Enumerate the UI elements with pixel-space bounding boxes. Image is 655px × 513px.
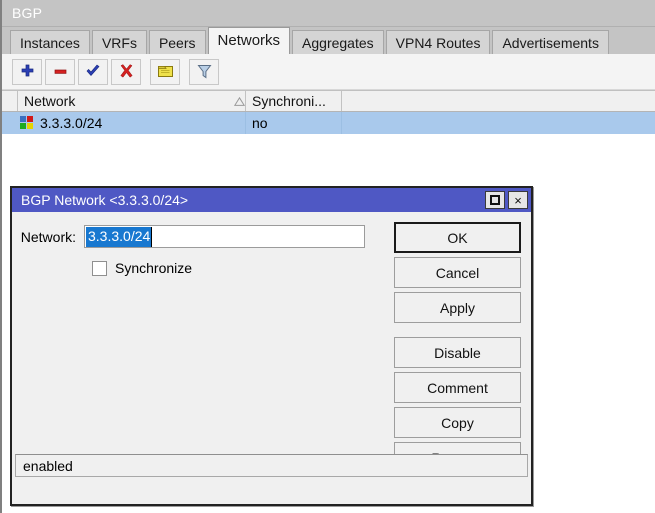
toolbar	[2, 54, 655, 90]
tab-bar: Instances VRFs Peers Networks Aggregates…	[2, 27, 655, 54]
window-titlebar: BGP	[2, 0, 655, 27]
row-cell-synchronize: no	[246, 112, 342, 134]
dialog-button-column: OK Cancel Apply Disable Comment Copy Rem…	[394, 222, 521, 477]
row-cell-filler	[342, 112, 655, 134]
cancel-button[interactable]: Cancel	[394, 257, 521, 288]
tab-vpn4-routes[interactable]: VPN4 Routes	[386, 30, 491, 54]
comment-button[interactable]	[150, 59, 180, 85]
ok-button[interactable]: OK	[394, 222, 521, 253]
tab-networks[interactable]: Networks	[208, 27, 291, 54]
column-header-synchronize[interactable]: Synchroni...	[246, 91, 342, 111]
button-group-separator	[394, 327, 521, 337]
synchronize-label: Synchronize	[115, 260, 192, 276]
column-header-filler	[342, 91, 655, 111]
tab-vrfs[interactable]: VRFs	[92, 30, 147, 54]
bgp-network-dialog: BGP Network <3.3.3.0/24> × Network: 3.3.…	[10, 186, 533, 506]
maximize-icon	[490, 195, 500, 205]
check-icon	[85, 64, 101, 79]
tab-advertisements[interactable]: Advertisements	[492, 30, 608, 54]
plus-icon	[20, 64, 35, 79]
network-field-row: Network: 3.3.3.0/24	[12, 225, 385, 248]
close-icon: ×	[514, 194, 522, 207]
comment-button[interactable]: Comment	[394, 372, 521, 403]
tab-aggregates[interactable]: Aggregates	[292, 30, 384, 54]
bgp-window: BGP Instances VRFs Peers Networks Aggreg…	[0, 0, 655, 513]
dialog-body: Network: 3.3.3.0/24 Synchronize OK Cance…	[12, 212, 531, 480]
add-button[interactable]	[12, 59, 42, 85]
table-row[interactable]: 3.3.3.0/24 no	[2, 112, 655, 134]
status-text: enabled	[23, 458, 73, 474]
column-header-synchronize-label: Synchroni...	[252, 93, 326, 109]
disable-button[interactable]: Disable	[394, 337, 521, 368]
network-label: Network:	[12, 229, 84, 245]
column-header-network[interactable]: Network	[18, 91, 246, 111]
funnel-icon	[197, 64, 212, 80]
filter-button[interactable]	[189, 59, 219, 85]
dialog-title: BGP Network <3.3.3.0/24>	[21, 192, 482, 208]
maximize-button[interactable]	[485, 191, 505, 209]
network-input[interactable]: 3.3.3.0/24	[84, 225, 365, 248]
synchronize-checkbox[interactable]	[92, 261, 107, 276]
disable-button[interactable]	[111, 59, 141, 85]
network-squares-icon	[20, 116, 34, 130]
copy-button[interactable]: Copy	[394, 407, 521, 438]
network-input-value: 3.3.3.0/24	[86, 227, 152, 247]
row-network-value: 3.3.3.0/24	[40, 115, 102, 131]
table-header-row: Network Synchroni...	[2, 90, 655, 112]
minus-icon	[53, 64, 68, 79]
sort-ascending-icon	[229, 97, 239, 105]
window-title: BGP	[12, 5, 42, 21]
dialog-form: Network: 3.3.3.0/24 Synchronize	[12, 212, 385, 276]
note-icon	[157, 64, 174, 79]
tab-instances[interactable]: Instances	[10, 30, 90, 54]
column-header-network-label: Network	[24, 93, 75, 109]
enable-button[interactable]	[78, 59, 108, 85]
table-header-gutter	[2, 91, 18, 111]
networks-table: Network Synchroni... 3.3.3.0/24 no	[2, 90, 655, 164]
row-gutter	[2, 112, 18, 134]
apply-button[interactable]: Apply	[394, 292, 521, 323]
remove-button[interactable]	[45, 59, 75, 85]
tab-peers[interactable]: Peers	[149, 30, 206, 54]
synchronize-field-row: Synchronize	[12, 260, 385, 276]
cross-icon	[119, 64, 134, 79]
status-bar: enabled	[15, 454, 528, 477]
row-cell-network: 3.3.3.0/24	[18, 112, 246, 134]
close-button[interactable]: ×	[508, 191, 528, 209]
dialog-titlebar: BGP Network <3.3.3.0/24> ×	[12, 188, 531, 212]
